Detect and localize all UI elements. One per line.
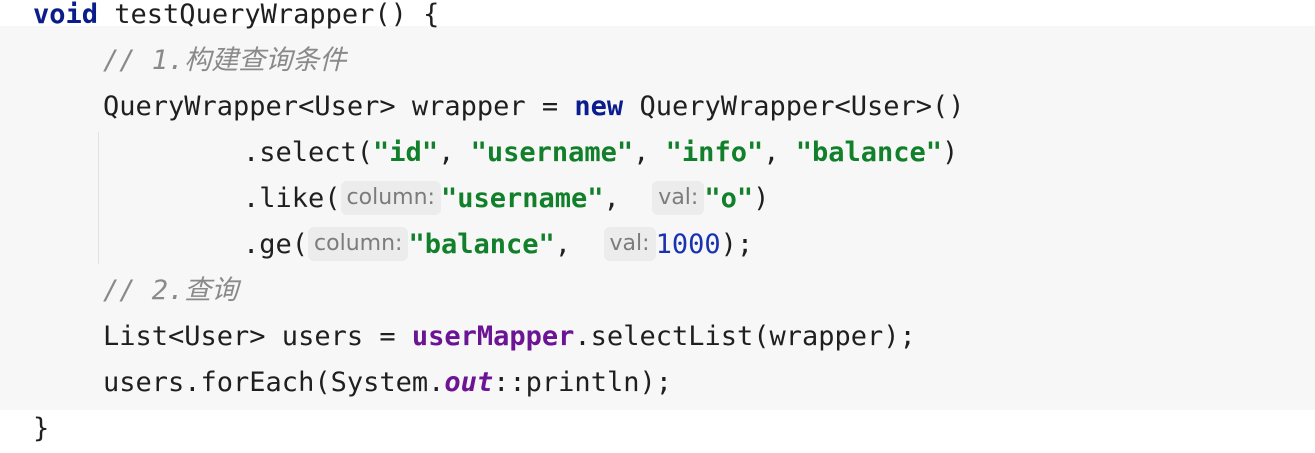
wrapper-constructor: QueryWrapper<User>()	[623, 91, 965, 122]
ge-method: .ge(	[243, 229, 309, 260]
println-reference: ::println);	[493, 367, 672, 398]
statement-end: );	[720, 229, 754, 260]
static-field-out: out	[444, 367, 494, 398]
select-method: .select(	[243, 137, 374, 168]
code-line-select[interactable]: .select("id", "username", "info", "balan…	[243, 130, 958, 176]
select-list-call: .selectList(wrapper);	[574, 321, 916, 352]
comment-query: // 2.查询	[103, 275, 239, 306]
code-editor[interactable]: void testQueryWrapper() { // 1.构建查询条件 Qu…	[0, 0, 1315, 453]
code-line-foreach[interactable]: users.forEach(System.out::println);	[103, 360, 672, 406]
parameter-hint-column: column:	[308, 227, 409, 261]
string-balance: "balance"	[795, 137, 943, 168]
keyword-void: void	[33, 0, 99, 30]
parameter-hint-val: val:	[603, 227, 656, 261]
like-method: .like(	[243, 183, 341, 214]
parameter-hint-column: column:	[340, 181, 441, 215]
foreach-call: users.forEach(System.	[103, 367, 445, 398]
string-id: "id"	[373, 137, 439, 168]
separator: ,	[633, 137, 666, 168]
keyword-new: new	[574, 91, 624, 122]
separator: ,	[763, 137, 796, 168]
string-username: "username"	[470, 137, 634, 168]
comment-build-condition: // 1.构建查询条件	[103, 45, 347, 76]
indent-guide	[98, 132, 99, 264]
code-line-comment-1[interactable]: // 1.构建查询条件	[103, 38, 346, 84]
users-declaration: List<User> users =	[103, 321, 412, 352]
close-paren: )	[942, 137, 959, 168]
close-paren: )	[753, 183, 770, 214]
string-balance: "balance"	[408, 229, 555, 260]
wrapper-declaration: QueryWrapper<User> wrapper =	[103, 91, 575, 122]
code-line-comment-2[interactable]: // 2.查询	[103, 268, 238, 314]
closing-brace: }	[33, 413, 50, 444]
code-line-close-brace[interactable]: }	[33, 406, 49, 452]
parameter-hint-val: val:	[652, 181, 705, 215]
code-line-select-list[interactable]: List<User> users = userMapper.selectList…	[103, 314, 916, 360]
code-line-like[interactable]: .like(column: "username", val: "o")	[243, 176, 769, 222]
field-user-mapper: userMapper	[411, 321, 575, 352]
separator: ,	[438, 137, 471, 168]
number-1000: 1000	[655, 229, 721, 260]
string-o: "o"	[704, 183, 754, 214]
method-signature: testQueryWrapper() {	[98, 0, 440, 30]
code-line-wrapper-decl[interactable]: QueryWrapper<User> wrapper = new QueryWr…	[103, 84, 965, 130]
separator: ,	[554, 229, 588, 260]
code-line-method-signature[interactable]: void testQueryWrapper() {	[33, 0, 439, 38]
string-username: "username"	[440, 183, 604, 214]
string-info: "info"	[665, 137, 764, 168]
separator: ,	[603, 183, 637, 214]
code-line-ge[interactable]: .ge(column: "balance", val: 1000);	[243, 222, 753, 268]
